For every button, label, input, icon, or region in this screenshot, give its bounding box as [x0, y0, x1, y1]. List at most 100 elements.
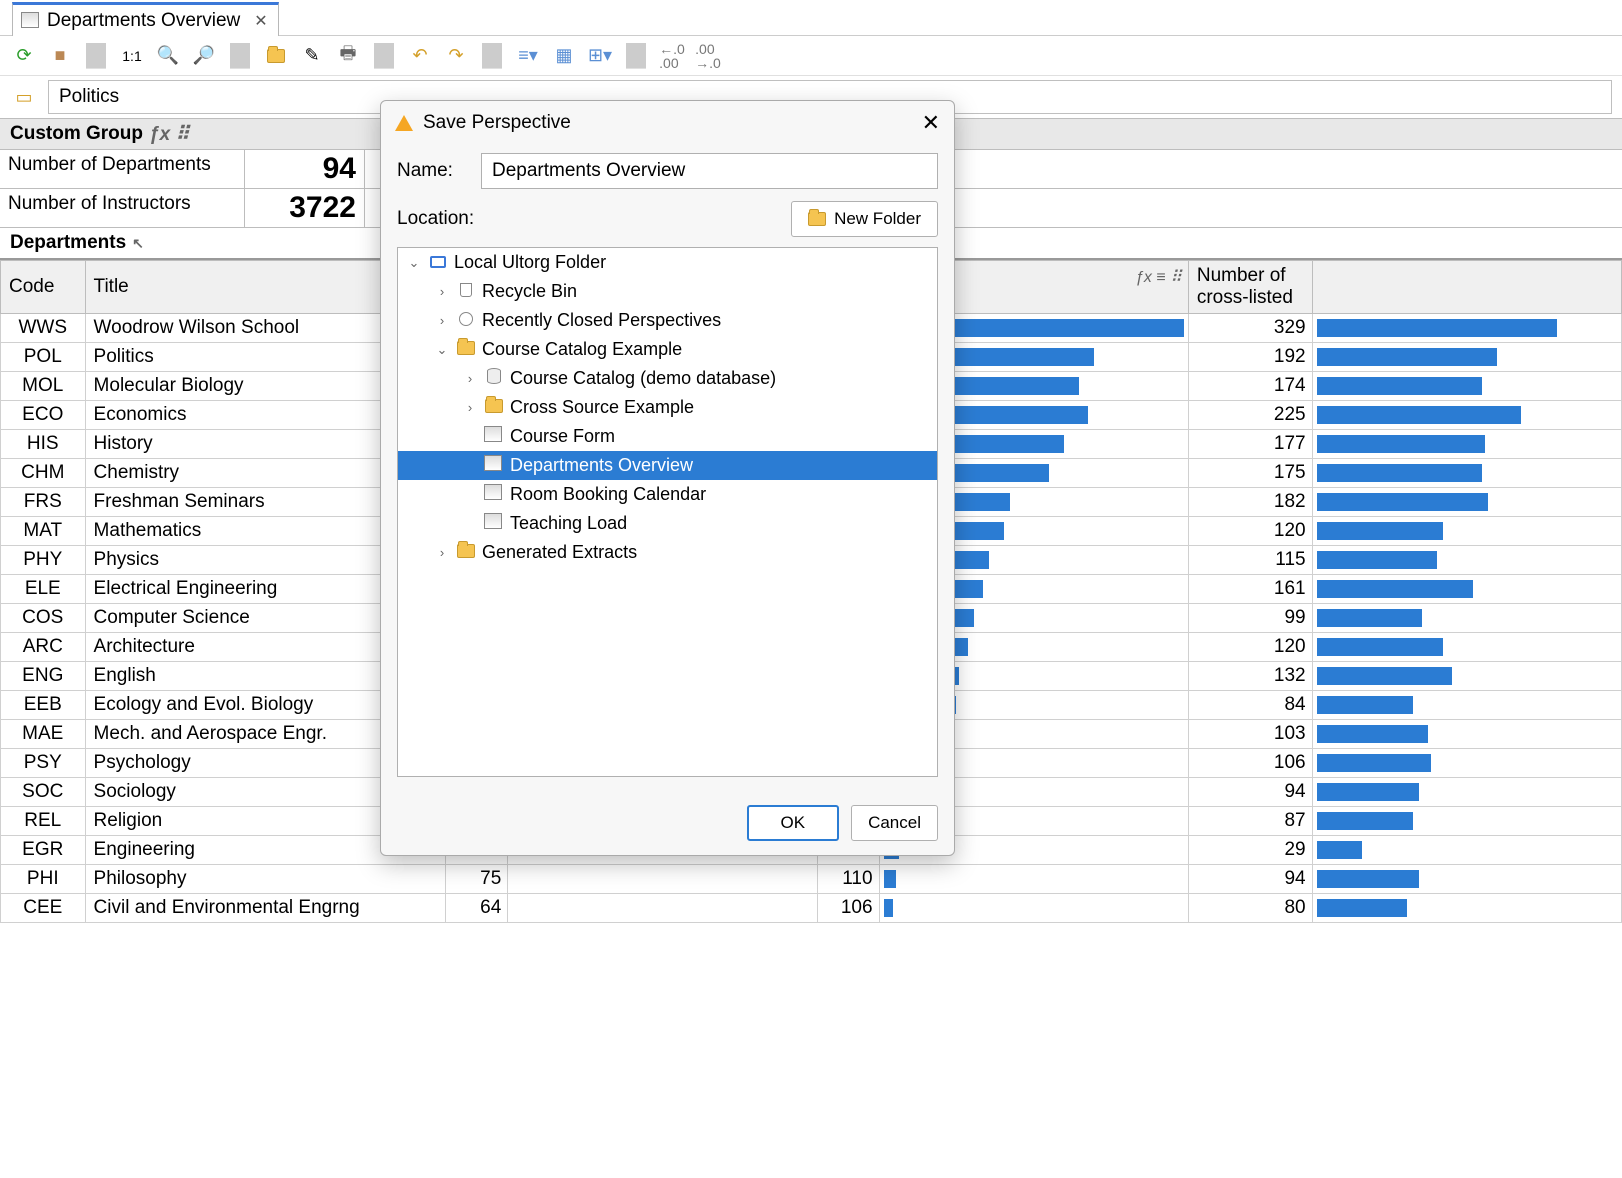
- cell-code[interactable]: MOL: [1, 372, 86, 401]
- cell-cross[interactable]: 84: [1188, 691, 1312, 720]
- close-icon[interactable]: ✕: [922, 110, 940, 136]
- cell-code[interactable]: COS: [1, 604, 86, 633]
- close-icon[interactable]: ✕: [254, 11, 267, 31]
- cell-code[interactable]: REL: [1, 807, 86, 836]
- layout-button[interactable]: ▦: [550, 42, 578, 70]
- chevron-icon[interactable]: ⌄: [406, 255, 422, 271]
- cell-cross-bar: [1312, 749, 1621, 778]
- tree-node[interactable]: ›Cross Source Example: [398, 393, 937, 422]
- cell-code[interactable]: WWS: [1, 314, 86, 343]
- cell-code[interactable]: CHM: [1, 459, 86, 488]
- cell-code[interactable]: ELE: [1, 575, 86, 604]
- cell-cross[interactable]: 225: [1188, 401, 1312, 430]
- cell-cross[interactable]: 182: [1188, 488, 1312, 517]
- zoom-out-button[interactable]: 🔎: [190, 42, 218, 70]
- tree-node[interactable]: ⌄Local Ultorg Folder: [398, 248, 937, 277]
- cell-cross[interactable]: 174: [1188, 372, 1312, 401]
- cell-cross[interactable]: 175: [1188, 459, 1312, 488]
- cell-cross[interactable]: 161: [1188, 575, 1312, 604]
- cell-code[interactable]: EEB: [1, 691, 86, 720]
- persp-icon: [484, 484, 504, 505]
- chevron-icon[interactable]: ›: [434, 313, 450, 328]
- name-input[interactable]: [481, 153, 938, 189]
- cell-cross[interactable]: 120: [1188, 633, 1312, 662]
- chevron-icon[interactable]: ›: [462, 400, 478, 415]
- cell-cross[interactable]: 87: [1188, 807, 1312, 836]
- tree-node[interactable]: Teaching Load: [398, 509, 937, 538]
- cell-cross[interactable]: 80: [1188, 894, 1312, 923]
- cell-code[interactable]: PHI: [1, 865, 86, 894]
- ok-button[interactable]: OK: [747, 805, 840, 841]
- align-button[interactable]: ≡▾: [514, 42, 542, 70]
- cell-code[interactable]: FRS: [1, 488, 86, 517]
- cell-num[interactable]: 110: [817, 865, 879, 894]
- tree-node[interactable]: ›Generated Extracts: [398, 538, 937, 567]
- tree-node[interactable]: Departments Overview: [398, 451, 937, 480]
- cell-code[interactable]: EGR: [1, 836, 86, 865]
- cell-num[interactable]: 75: [446, 865, 508, 894]
- open-button[interactable]: [262, 42, 290, 70]
- chevron-icon[interactable]: ⌄: [434, 342, 450, 358]
- cell-cross[interactable]: 29: [1188, 836, 1312, 865]
- stop-button[interactable]: ■: [46, 42, 74, 70]
- col-crosslisted-bar[interactable]: [1312, 261, 1621, 314]
- cancel-button[interactable]: Cancel: [851, 805, 938, 841]
- undo-button[interactable]: ↶: [406, 42, 434, 70]
- cell-cross[interactable]: 115: [1188, 546, 1312, 575]
- cell-cross[interactable]: 94: [1188, 778, 1312, 807]
- cell-num[interactable]: 106: [817, 894, 879, 923]
- cell-code[interactable]: HIS: [1, 430, 86, 459]
- table-row[interactable]: CEECivil and Environmental Engrng64 106 80: [1, 894, 1622, 923]
- table-button[interactable]: ⊞▾: [586, 42, 614, 70]
- redo-button[interactable]: ↷: [442, 42, 470, 70]
- cell-cross[interactable]: 103: [1188, 720, 1312, 749]
- cell-code[interactable]: POL: [1, 343, 86, 372]
- cell-title[interactable]: Civil and Environmental Engrng: [85, 894, 446, 923]
- cell-cross[interactable]: 192: [1188, 343, 1312, 372]
- edit-button[interactable]: ✎: [298, 42, 326, 70]
- cell-code[interactable]: ECO: [1, 401, 86, 430]
- zoom-in-button[interactable]: 🔍: [154, 42, 182, 70]
- refresh-button[interactable]: ⟳: [10, 42, 38, 70]
- chevron-icon[interactable]: ›: [434, 545, 450, 560]
- cell-cross[interactable]: 106: [1188, 749, 1312, 778]
- cell-num[interactable]: 64: [446, 894, 508, 923]
- tree-node[interactable]: ›Course Catalog (demo database): [398, 364, 937, 393]
- decimal-inc-button[interactable]: ←.0.00: [658, 42, 686, 70]
- zoom-reset-button[interactable]: 1:1: [118, 42, 146, 70]
- cell-cross[interactable]: 99: [1188, 604, 1312, 633]
- cell-code[interactable]: CEE: [1, 894, 86, 923]
- tree-node[interactable]: ⌄Course Catalog Example: [398, 335, 937, 364]
- tree-node[interactable]: ›Recycle Bin: [398, 277, 937, 306]
- cell-code[interactable]: ENG: [1, 662, 86, 691]
- cell-cross[interactable]: 329: [1188, 314, 1312, 343]
- cell-code[interactable]: PHY: [1, 546, 86, 575]
- col-code[interactable]: Code: [1, 261, 86, 314]
- tab-departments-overview[interactable]: Departments Overview ✕: [12, 2, 279, 36]
- new-folder-button[interactable]: New Folder: [791, 201, 938, 237]
- cell-cross[interactable]: 132: [1188, 662, 1312, 691]
- decimal-dec-button[interactable]: .00→.0: [694, 42, 722, 70]
- folder-tree[interactable]: ⌄Local Ultorg Folder›Recycle Bin›Recentl…: [397, 247, 938, 777]
- cell-cross[interactable]: 120: [1188, 517, 1312, 546]
- cell-code[interactable]: MAE: [1, 720, 86, 749]
- col-crosslisted[interactable]: Number of cross-listed: [1188, 261, 1312, 314]
- print-button[interactable]: 🖶: [334, 42, 362, 70]
- tree-node[interactable]: ›Recently Closed Perspectives: [398, 306, 937, 335]
- cell-cross[interactable]: 94: [1188, 865, 1312, 894]
- cell-code[interactable]: ARC: [1, 633, 86, 662]
- cell-cross[interactable]: 177: [1188, 430, 1312, 459]
- cell-title[interactable]: Philosophy: [85, 865, 446, 894]
- chevron-icon[interactable]: ›: [434, 284, 450, 299]
- cell-cross-bar: [1312, 604, 1621, 633]
- chevron-icon[interactable]: ›: [462, 371, 478, 386]
- tree-node[interactable]: Room Booking Calendar: [398, 480, 937, 509]
- cell-cross-bar: [1312, 894, 1621, 923]
- table-row[interactable]: PHIPhilosophy75 110 94: [1, 865, 1622, 894]
- cell-code[interactable]: SOC: [1, 778, 86, 807]
- cell-code[interactable]: PSY: [1, 749, 86, 778]
- cell-code[interactable]: MAT: [1, 517, 86, 546]
- toolbar: ⟳ ■ 1:1 🔍 🔎 ✎ 🖶 ↶ ↷ ≡▾ ▦ ⊞▾ ←.0.00 .00→.…: [0, 36, 1622, 76]
- tree-node[interactable]: Course Form: [398, 422, 937, 451]
- highlight-button[interactable]: ▭: [10, 83, 38, 111]
